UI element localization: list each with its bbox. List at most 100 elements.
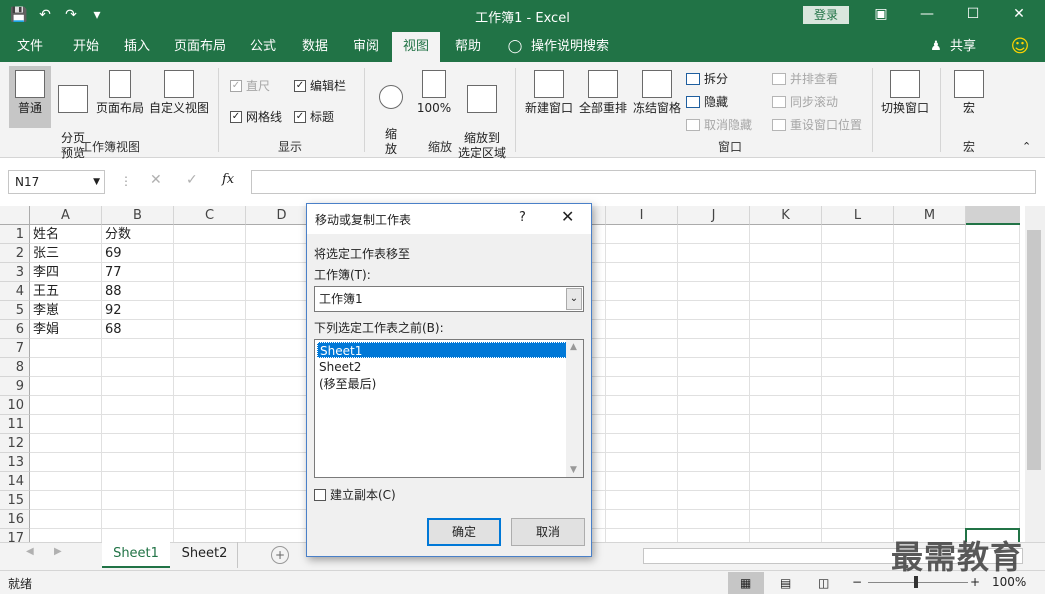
tab-help[interactable]: 帮助 xyxy=(446,32,490,62)
row-header-15[interactable]: 15 xyxy=(0,491,30,510)
arrange-all-button[interactable]: 全部重排 xyxy=(576,66,630,128)
gridlines-checkbox[interactable]: ✓ 网格线 xyxy=(230,108,282,125)
ruler-checkbox[interactable]: ✓ 直尺 xyxy=(230,77,270,94)
row-header-16[interactable]: 16 xyxy=(0,510,30,529)
name-box[interactable]: N17 ▼ xyxy=(8,170,105,194)
row-header-8[interactable]: 8 xyxy=(0,358,30,377)
page-break-status-icon[interactable]: ◫ xyxy=(818,576,829,590)
switch-window-button[interactable]: 切换窗口 xyxy=(878,66,932,136)
cell[interactable]: 88 xyxy=(102,282,174,301)
vertical-scrollbar[interactable] xyxy=(1025,206,1045,542)
unhide-button[interactable]: 取消隐藏 xyxy=(686,116,752,133)
cancel-button[interactable]: 取消 xyxy=(511,518,585,546)
row-header-2[interactable]: 2 xyxy=(0,244,30,263)
row-header-11[interactable]: 11 xyxy=(0,415,30,434)
close-icon[interactable]: ✕ xyxy=(996,0,1042,30)
workbook-select[interactable]: 工作簿1 ⌄ xyxy=(314,286,584,312)
formula-bar-checkbox[interactable]: ✓ 编辑栏 xyxy=(294,77,346,94)
page-layout-button[interactable]: 页面布局 xyxy=(94,66,146,128)
cell[interactable]: 张三 xyxy=(30,244,102,263)
row-header-4[interactable]: 4 xyxy=(0,282,30,301)
sheet-tab-sheet2[interactable]: Sheet2 xyxy=(172,542,238,568)
macros-button[interactable]: 宏 xyxy=(950,66,988,136)
list-item[interactable]: Sheet2 xyxy=(317,359,567,375)
cell[interactable]: 92 xyxy=(102,301,174,320)
select-all-corner[interactable] xyxy=(0,206,30,225)
list-item[interactable]: Sheet1 xyxy=(317,342,567,358)
custom-views-button[interactable]: 自定义视图 xyxy=(148,66,210,128)
tab-page-layout[interactable]: 页面布局 xyxy=(168,32,232,62)
smiley-icon[interactable]: ☺ xyxy=(1008,32,1032,62)
side-by-side-button[interactable]: 并排查看 xyxy=(772,70,838,87)
column-header-c[interactable]: C xyxy=(174,206,246,225)
ribbon-display-icon[interactable]: ▣ xyxy=(858,0,904,30)
cell[interactable]: 69 xyxy=(102,244,174,263)
formula-input[interactable] xyxy=(251,170,1036,194)
listbox-scrollbar[interactable]: ▲ ▼ xyxy=(566,340,583,477)
column-header-j[interactable]: J xyxy=(678,206,750,225)
row-header-12[interactable]: 12 xyxy=(0,434,30,453)
next-sheet-icon[interactable]: ▶ xyxy=(54,546,62,557)
column-header-l[interactable]: L xyxy=(822,206,894,225)
maximize-icon[interactable]: ☐ xyxy=(950,0,996,30)
column-header-a[interactable]: A xyxy=(30,206,102,225)
row-header-3[interactable]: 3 xyxy=(0,263,30,282)
hide-button[interactable]: 隐藏 xyxy=(686,93,728,110)
tab-home[interactable]: 开始 xyxy=(62,32,110,62)
split-button[interactable]: 拆分 xyxy=(686,70,728,87)
cell[interactable]: 王五 xyxy=(30,282,102,301)
cell[interactable]: 68 xyxy=(102,320,174,339)
tab-view[interactable]: 视图 xyxy=(392,32,440,62)
collapse-ribbon-icon[interactable]: ⌃ xyxy=(1022,140,1031,153)
tab-insert[interactable]: 插入 xyxy=(114,32,160,62)
cell[interactable]: 李娟 xyxy=(30,320,102,339)
cell[interactable]: 李崽 xyxy=(30,301,102,320)
enter-icon[interactable]: ✓ xyxy=(186,172,198,188)
cancel-icon[interactable]: ✕ xyxy=(150,172,162,188)
zoom-100-button[interactable]: 100% xyxy=(414,66,454,126)
chevron-down-icon[interactable]: ⌄ xyxy=(566,288,582,310)
row-header-1[interactable]: 1 xyxy=(0,225,30,244)
list-item[interactable]: (移至最后) xyxy=(317,376,567,392)
create-copy-checkbox[interactable]: 建立副本(C) xyxy=(314,486,396,503)
cell[interactable]: 分数 xyxy=(102,225,174,244)
freeze-panes-button[interactable]: 冻结窗格 xyxy=(630,66,684,136)
column-header-m[interactable]: M xyxy=(894,206,966,225)
dialog-close-icon[interactable]: ✕ xyxy=(561,207,574,226)
page-break-preview-button[interactable]: 分页 预览 xyxy=(54,66,92,160)
reset-position-button[interactable]: 重设窗口位置 xyxy=(772,116,862,133)
column-header-k[interactable]: K xyxy=(750,206,822,225)
row-header-7[interactable]: 7 xyxy=(0,339,30,358)
new-window-button[interactable]: 新建窗口 xyxy=(522,66,576,128)
cell[interactable]: 李四 xyxy=(30,263,102,282)
headings-checkbox[interactable]: ✓ 标题 xyxy=(294,108,334,125)
page-layout-status-icon[interactable]: ▤ xyxy=(780,576,791,590)
column-header-b[interactable]: B xyxy=(102,206,174,225)
prev-sheet-icon[interactable]: ◀ xyxy=(26,546,34,557)
add-sheet-icon[interactable]: + xyxy=(271,546,289,564)
column-header-i[interactable]: I xyxy=(606,206,678,225)
ok-button[interactable]: 确定 xyxy=(427,518,501,546)
cell[interactable]: 77 xyxy=(102,263,174,282)
tab-review[interactable]: 审阅 xyxy=(344,32,388,62)
tab-file[interactable]: 文件 xyxy=(8,32,52,62)
zoom-to-selection-button[interactable]: 缩放到 选定区域 xyxy=(456,66,508,160)
zoom-button[interactable]: 缩 放 xyxy=(372,66,410,156)
row-header-5[interactable]: 5 xyxy=(0,301,30,320)
zoom-out-icon[interactable]: − xyxy=(852,575,862,589)
row-header-6[interactable]: 6 xyxy=(0,320,30,339)
login-button[interactable]: 登录 xyxy=(803,6,849,24)
minimize-icon[interactable]: — xyxy=(904,0,950,30)
help-icon[interactable]: ? xyxy=(519,210,526,225)
zoom-slider[interactable] xyxy=(868,582,968,583)
normal-view-button[interactable]: 普通 xyxy=(9,66,51,128)
sync-scroll-button[interactable]: 同步滚动 xyxy=(772,93,838,110)
row-header-9[interactable]: 9 xyxy=(0,377,30,396)
cell[interactable]: 姓名 xyxy=(30,225,102,244)
row-header-14[interactable]: 14 xyxy=(0,472,30,491)
tell-me-search[interactable]: 操作说明搜索 xyxy=(530,32,610,62)
row-header-13[interactable]: 13 xyxy=(0,453,30,472)
row-header-10[interactable]: 10 xyxy=(0,396,30,415)
insert-function-button[interactable]: fx xyxy=(222,172,234,187)
tab-data[interactable]: 数据 xyxy=(292,32,338,62)
